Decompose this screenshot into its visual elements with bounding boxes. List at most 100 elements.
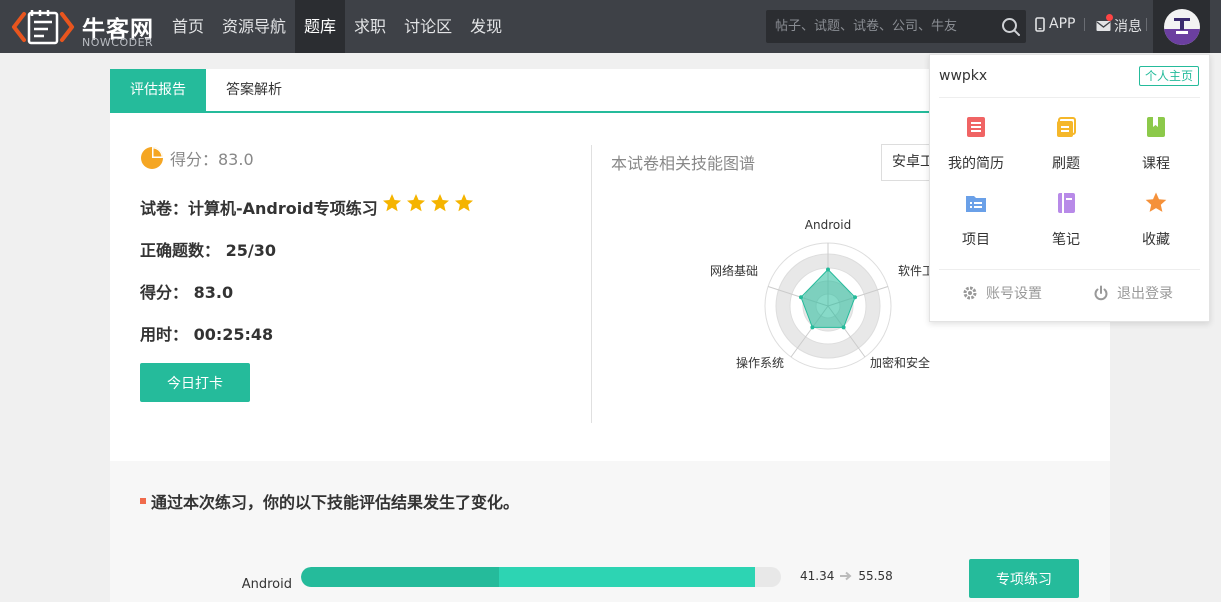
logout-label: 退出登录 — [1117, 286, 1173, 302]
course-icon — [1147, 117, 1165, 137]
divider — [1146, 18, 1147, 31]
star-icon — [383, 194, 401, 212]
tab-evaluation-report[interactable]: 评估报告 — [110, 69, 206, 111]
search-input[interactable] — [766, 10, 991, 43]
score-summary-text: 得分：83.0 — [170, 150, 254, 169]
paper-name: 计算机-Android专项练习 — [188, 199, 378, 218]
rating-stars — [382, 193, 474, 213]
nav-resources[interactable]: 资源导航 — [213, 0, 295, 53]
profile-home-link[interactable]: 个人主页 — [1138, 66, 1199, 86]
logo[interactable]: 牛客网 NOWCODER — [10, 6, 160, 49]
project-icon — [966, 196, 986, 212]
radar-point — [841, 325, 846, 330]
radar-point — [826, 267, 830, 272]
favorite-icon — [1145, 192, 1167, 212]
score-value: 83.0 — [193, 283, 234, 302]
skill-change-section: 通过本次练习，你的以下技能评估结果发生了变化。 Android 41.34 55… — [110, 461, 1110, 602]
unread-dot — [1106, 14, 1113, 21]
dropdown-item-label: 课程 — [1142, 156, 1170, 172]
score-row: 得分： 83.0 — [140, 279, 233, 303]
star-icon — [455, 194, 473, 212]
dropdown-item-notes[interactable]: 笔记 — [1021, 191, 1111, 249]
nav-home[interactable]: 首页 — [163, 0, 213, 53]
logout-link[interactable]: 退出登录 — [1093, 283, 1173, 303]
bullet-mark — [140, 498, 146, 504]
app-label: APP — [1049, 16, 1076, 32]
arrow-right-icon — [840, 571, 852, 581]
skill-progress-new — [499, 567, 756, 587]
dropdown-username: wwpkx — [939, 68, 988, 84]
checkin-button[interactable]: 今日打卡 — [140, 363, 250, 402]
time-value: 00:25:48 — [193, 325, 274, 344]
gear-icon — [963, 286, 977, 300]
special-practice-button[interactable]: 专项练习 — [969, 559, 1079, 598]
dropdown-item-resume[interactable]: 我的简历 — [931, 115, 1021, 173]
dropdown-item-course[interactable]: 课程 — [1111, 115, 1201, 173]
avatar — [1164, 9, 1200, 45]
old-value: 41.34 — [800, 569, 835, 583]
dropdown-item-project[interactable]: 项目 — [931, 191, 1021, 249]
skill-progress-bar — [301, 567, 781, 587]
dropdown-item-favorites[interactable]: 收藏 — [1111, 191, 1201, 249]
user-dropdown-menu: wwpkx 个人主页 我的简历 刷题 课程项目 笔记 收藏 账号设置 退出登录 — [929, 54, 1210, 322]
divider — [1084, 18, 1085, 31]
dropdown-item-label: 项目 — [962, 232, 990, 248]
score-label: 得分： — [140, 283, 189, 302]
new-value: 55.58 — [858, 569, 893, 583]
top-navbar: 牛客网 NOWCODER 首页 资源导航 题库 求职 讨论区 发现 APP 消息 — [0, 0, 1221, 53]
skill-change-text: 通过本次练习，你的以下技能评估结果发生了变化。 — [151, 493, 520, 512]
messages-link[interactable]: 消息 — [1096, 14, 1142, 36]
correct-value: 25/30 — [225, 241, 276, 260]
avatar-button[interactable] — [1153, 0, 1210, 53]
search-icon[interactable] — [1001, 17, 1021, 37]
tab-answer-analysis[interactable]: 答案解析 — [206, 69, 302, 111]
radar-point — [799, 295, 803, 300]
power-icon — [1094, 285, 1108, 301]
account-settings-label: 账号设置 — [986, 286, 1042, 302]
score-summary: 得分：83.0 — [140, 146, 254, 170]
radar-axis-label: Android — [805, 219, 851, 232]
messages-label: 消息 — [1114, 19, 1142, 35]
dropdown-item-practice[interactable]: 刷题 — [1021, 115, 1111, 173]
practice-icon — [1057, 117, 1076, 137]
dropdown-item-label: 我的简历 — [948, 156, 1004, 172]
nav-discover[interactable]: 发现 — [461, 0, 511, 53]
resume-icon — [967, 117, 985, 137]
radar-point — [853, 295, 857, 300]
skill-change-title: 通过本次练习，你的以下技能评估结果发生了变化。 — [140, 489, 519, 513]
account-settings-link[interactable]: 账号设置 — [962, 283, 1042, 303]
star-icon — [431, 194, 449, 212]
nav-discussion[interactable]: 讨论区 — [395, 0, 461, 53]
skill-progress-old — [301, 567, 500, 587]
divider — [939, 97, 1200, 98]
skill-name: Android — [241, 577, 292, 592]
time-row: 用时： 00:25:48 — [140, 321, 273, 345]
nowcoder-logo-icon — [12, 10, 74, 45]
divider — [591, 145, 592, 423]
radar-axis-label: 加密和安全 — [870, 355, 930, 370]
correct-row: 正确题数： 25/30 — [140, 237, 276, 261]
pie-chart-icon — [141, 147, 163, 169]
dropdown-item-label: 收藏 — [1142, 232, 1170, 248]
nav-question-bank[interactable]: 题库 — [295, 0, 346, 53]
app-link[interactable]: APP — [1035, 16, 1075, 32]
search-box — [766, 10, 1026, 43]
time-label: 用时： — [140, 325, 189, 344]
avatar-image-icon — [1164, 9, 1200, 45]
correct-label: 正确题数： — [140, 241, 221, 260]
skill-values: 41.34 55.58 — [800, 569, 893, 583]
star-icon — [407, 194, 425, 212]
nav-jobs[interactable]: 求职 — [345, 0, 395, 53]
paper-label: 试卷： — [140, 199, 189, 218]
paper-row: 试卷：计算机-Android专项练习 — [140, 195, 378, 219]
radar-title: 本试卷相关技能图谱 — [611, 154, 756, 173]
dropdown-item-label: 笔记 — [1052, 232, 1080, 248]
mail-icon — [1096, 21, 1111, 31]
dropdown-item-label: 刷题 — [1052, 156, 1080, 172]
radar-axis-label: 操作系统 — [736, 355, 784, 370]
divider — [939, 269, 1200, 270]
radar-axis-label: 网络基础 — [710, 263, 758, 278]
radar-point — [810, 325, 815, 330]
notes-icon — [1058, 193, 1075, 213]
main-nav: 首页 资源导航 题库 求职 讨论区 发现 — [163, 0, 511, 53]
